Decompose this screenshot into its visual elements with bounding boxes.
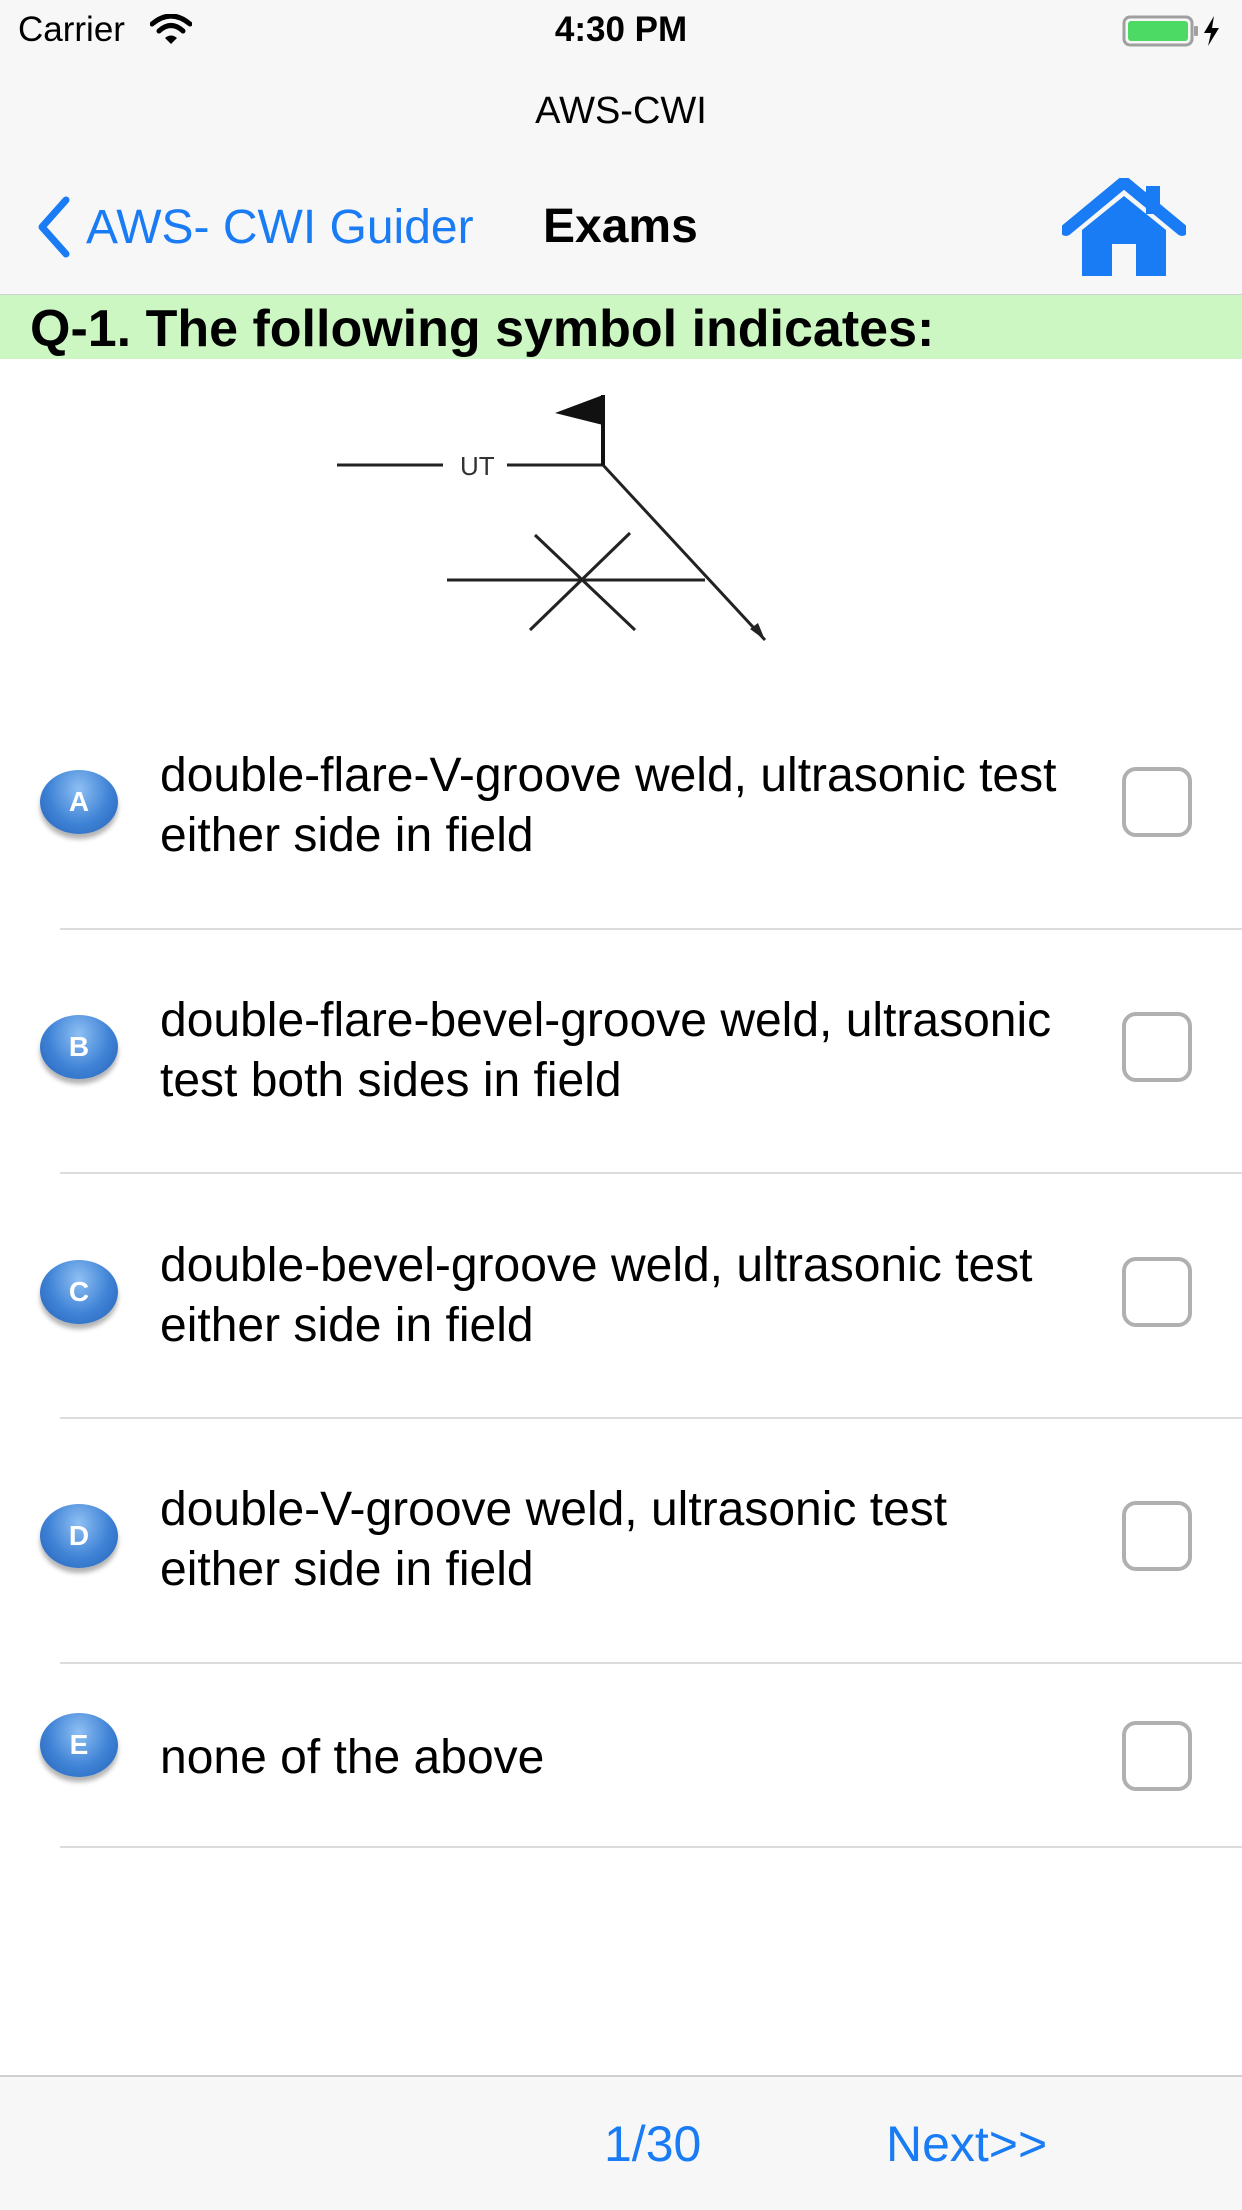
option-e[interactable]: E none of the above (0, 1706, 1242, 1846)
option-e-checkbox[interactable] (1122, 1721, 1192, 1791)
option-a-checkbox[interactable] (1122, 767, 1192, 837)
option-d-text: double-V-groove weld, ultrasonic test ei… (160, 1483, 948, 1596)
option-b-badge: B (40, 1015, 118, 1079)
option-e-text: none of the above (160, 1731, 545, 1784)
option-c-badge: C (40, 1260, 118, 1324)
option-e-badge: E (40, 1713, 118, 1777)
option-a[interactable]: A double-flare-V-groove weld, ultrasonic… (0, 730, 1242, 930)
option-d-badge: D (40, 1504, 118, 1568)
page-title: Exams (543, 200, 698, 253)
divider (60, 1172, 1242, 1174)
home-icon (1060, 176, 1188, 276)
status-bar: Carrier 4:30 PM (0, 0, 1242, 62)
divider (60, 928, 1242, 930)
back-button[interactable]: AWS- CWI Guider (36, 192, 474, 262)
option-a-badge: A (40, 770, 118, 834)
question-counter[interactable]: 1/30 (604, 2115, 701, 2173)
question-text: Q-1. The following symbol indicates: (30, 300, 935, 358)
back-button-label: AWS- CWI Guider (86, 200, 474, 254)
option-d[interactable]: D double-V-groove weld, ultrasonic test … (0, 1464, 1242, 1664)
option-a-text: double-flare-V-groove weld, ultrasonic t… (160, 749, 1057, 862)
app-title: AWS-CWI (535, 90, 707, 132)
chevron-left-icon (38, 196, 70, 258)
option-b-text: double-flare-bevel-groove weld, ultrason… (160, 994, 1052, 1107)
status-time: 4:30 PM (554, 10, 688, 49)
option-d-checkbox[interactable] (1122, 1501, 1192, 1571)
option-c-checkbox[interactable] (1122, 1257, 1192, 1327)
option-b[interactable]: B double-flare-bevel-groove weld, ultras… (0, 975, 1242, 1175)
option-b-checkbox[interactable] (1122, 1012, 1192, 1082)
divider (60, 1417, 1242, 1419)
battery-icon (1122, 15, 1219, 47)
weld-symbol-figure: UT (337, 395, 767, 642)
bottom-toolbar: 1/30 Next>> (0, 2075, 1242, 2210)
navigation-bar: AWS-CWI AWS- CWI Guider Exams (0, 62, 1242, 295)
home-button[interactable] (1060, 176, 1188, 283)
divider (60, 1846, 1242, 1848)
question-header: Q-1. The following symbol indicates: (0, 295, 1242, 359)
next-button[interactable]: Next>> (886, 2115, 1047, 2173)
option-c[interactable]: C double-bevel-groove weld, ultrasonic t… (0, 1220, 1242, 1420)
option-c-text: double-bevel-groove weld, ultrasonic tes… (160, 1239, 1033, 1352)
divider (60, 1662, 1242, 1664)
ut-label: UT (460, 451, 495, 481)
